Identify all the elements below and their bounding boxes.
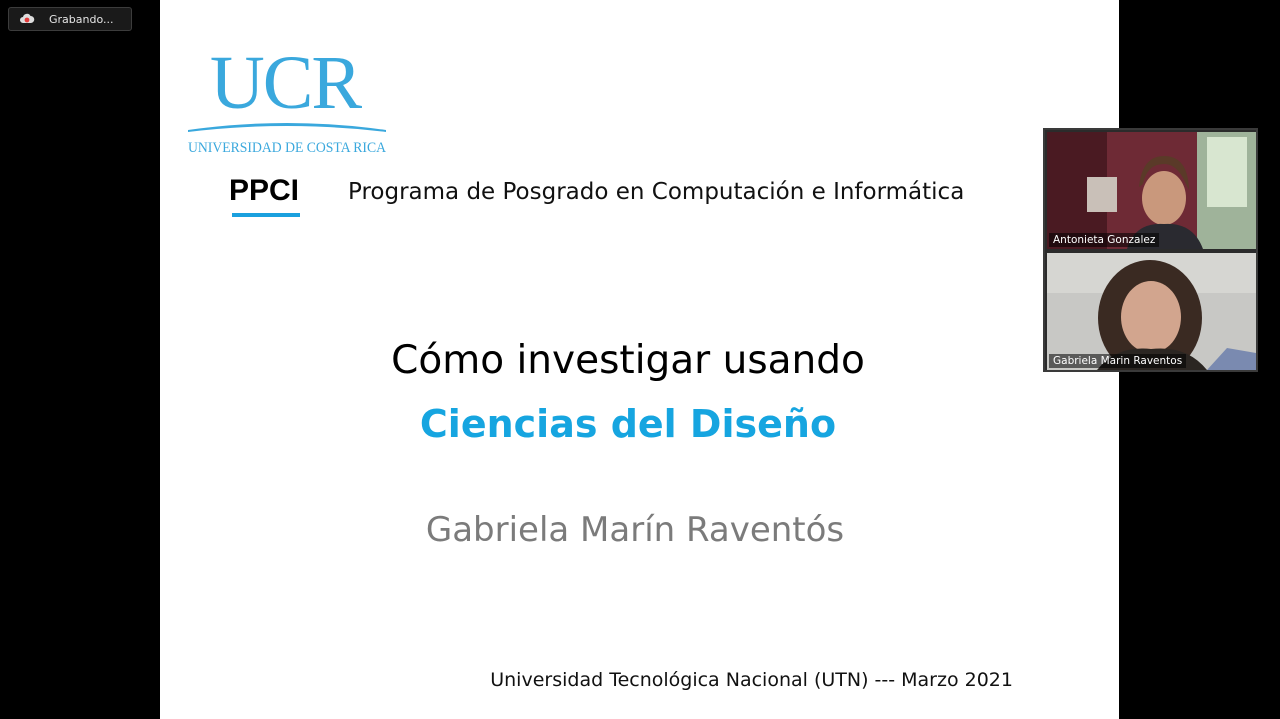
slide-title-line1: Cómo investigar usando bbox=[391, 338, 865, 383]
svg-text:UNIVERSIDAD DE COSTA RICA: UNIVERSIDAD DE COSTA RICA bbox=[188, 140, 386, 156]
participant-video-panel[interactable]: Antonieta Gonzalez Gabriela Marin Ravent… bbox=[1043, 128, 1258, 372]
program-acronym: PPCI bbox=[229, 174, 300, 207]
program-name: Programa de Posgrado en Computación e In… bbox=[348, 179, 965, 205]
recording-indicator[interactable]: Grabando... bbox=[8, 7, 132, 31]
program-acronym-underline bbox=[232, 213, 300, 217]
ucr-logo: UCR UNIVERSIDAD DE COSTA RICA bbox=[188, 46, 386, 156]
participant-video-feed bbox=[1047, 253, 1256, 370]
participant-video-tile[interactable]: Antonieta Gonzalez bbox=[1047, 132, 1256, 249]
slide-title-line2: Ciencias del Diseño bbox=[419, 402, 837, 446]
participant-name: Gabriela Marin Raventos bbox=[1049, 354, 1187, 368]
slide-footer: Universidad Tecnológica Nacional (UTN) -… bbox=[490, 669, 1013, 691]
recording-label: Grabando... bbox=[49, 12, 114, 26]
participant-video-tile[interactable]: Gabriela Marin Raventos bbox=[1047, 253, 1256, 370]
shared-slide: UCR UNIVERSIDAD DE COSTA RICA PPCI Progr… bbox=[160, 0, 1119, 719]
svg-text:UCR: UCR bbox=[210, 46, 363, 125]
meeting-window: Grabando... UCR UNIVERSIDAD DE COSTA RIC… bbox=[0, 0, 1280, 719]
slide-author: Gabriela Marín Raventós bbox=[425, 510, 845, 550]
cloud-record-icon bbox=[20, 13, 35, 23]
participant-name: Antonieta Gonzalez bbox=[1049, 233, 1160, 247]
participant-video-feed bbox=[1047, 132, 1256, 249]
